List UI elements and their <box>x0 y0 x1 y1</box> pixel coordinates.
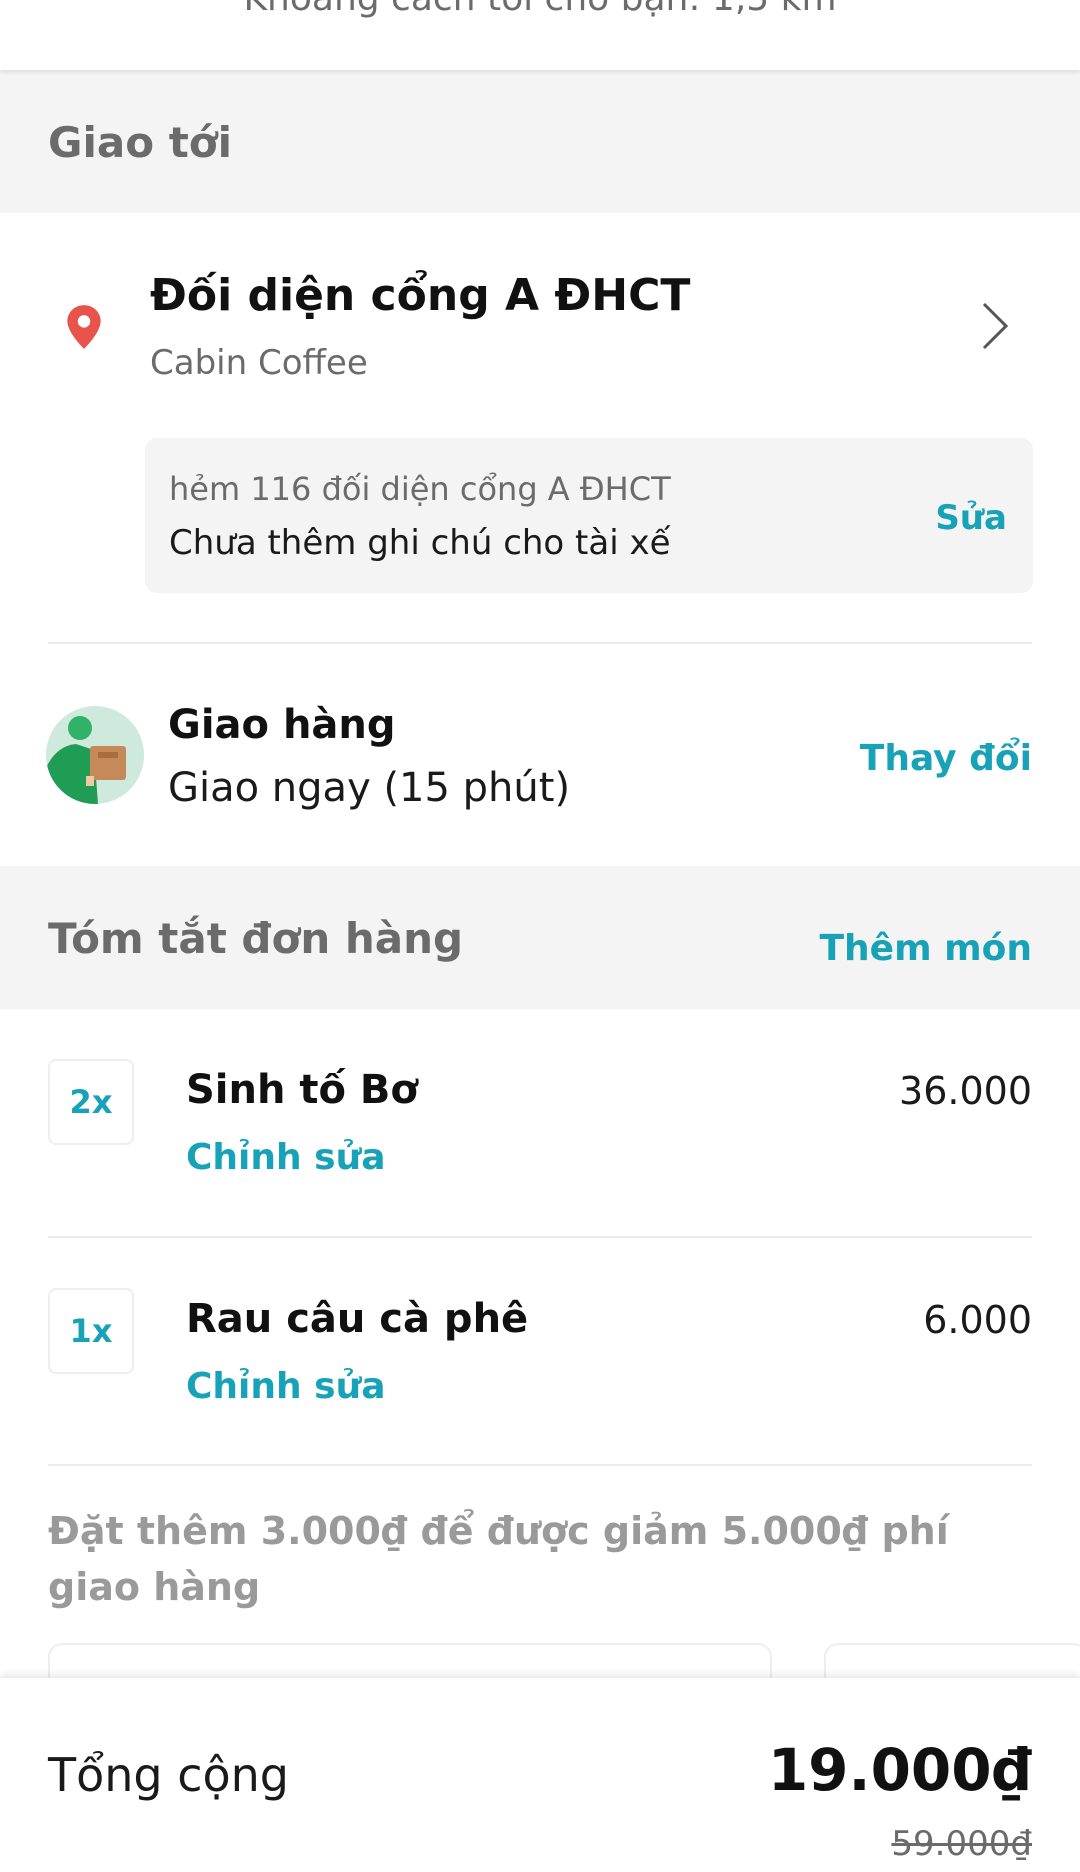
delivery-to-title: Giao tới <box>48 118 233 167</box>
delivery-driver-icon <box>46 706 144 804</box>
edit-note-button[interactable]: Sửa <box>935 498 1007 538</box>
order-item: 2x Sinh tố Bơ 36.000 Chỉnh sửa <box>0 1009 1080 1237</box>
divider <box>48 1464 1032 1466</box>
chevron-right-icon[interactable] <box>976 300 1012 352</box>
delivery-driver-avatar <box>46 706 144 804</box>
item-quantity: 2x <box>48 1059 134 1145</box>
original-price: 59.000₫ <box>891 1824 1032 1864</box>
item-price: 6.000 <box>923 1298 1032 1342</box>
edit-item-button[interactable]: Chỉnh sửa <box>186 1137 386 1178</box>
divider <box>48 642 1032 644</box>
total-label: Tổng cộng <box>48 1748 290 1802</box>
item-quantity: 1x <box>48 1288 134 1374</box>
order-item: 1x Rau câu cà phê 6.000 Chỉnh sửa <box>0 1238 1080 1464</box>
delivery-method-title: Giao hàng <box>168 702 396 748</box>
address-subtitle: Cabin Coffee <box>150 343 368 383</box>
total-price: 19.000₫ <box>767 1736 1032 1804</box>
distance-strip: Khoảng cách tới chỗ bạn: 1,5 km <box>0 0 1080 70</box>
order-summary-title: Tóm tắt đơn hàng <box>48 914 464 963</box>
item-name: Sinh tố Bơ <box>186 1067 418 1113</box>
driver-note-box[interactable]: hẻm 116 đối diện cổng A ĐHCT Chưa thêm g… <box>145 438 1033 593</box>
note-driver-text: Chưa thêm ghi chú cho tài xế <box>169 523 671 563</box>
distance-text: Khoảng cách tới chỗ bạn: 1,5 km <box>0 0 1080 19</box>
delivery-method-subtitle: Giao ngay (15 phút) <box>168 765 571 811</box>
total-bar: Tổng cộng 19.000₫ 59.000₫ <box>0 1678 1080 1872</box>
promo-text: Đặt thêm 3.000₫ để được giảm 5.000₫ phí … <box>48 1509 949 1609</box>
location-pin-icon <box>67 305 101 349</box>
order-summary-header: Tóm tắt đơn hàng Thêm món <box>0 866 1080 1009</box>
delivery-to-header: Giao tới <box>0 70 1080 213</box>
change-delivery-button[interactable]: Thay đổi <box>860 738 1032 779</box>
edit-item-button[interactable]: Chỉnh sửa <box>186 1366 386 1407</box>
add-items-button[interactable]: Thêm món <box>819 928 1032 969</box>
note-address-detail: hẻm 116 đối diện cổng A ĐHCT <box>169 470 671 508</box>
item-price: 36.000 <box>899 1069 1032 1113</box>
address-title: Đối diện cổng A ĐHCT <box>150 270 691 321</box>
item-name: Rau câu cà phê <box>186 1296 529 1342</box>
